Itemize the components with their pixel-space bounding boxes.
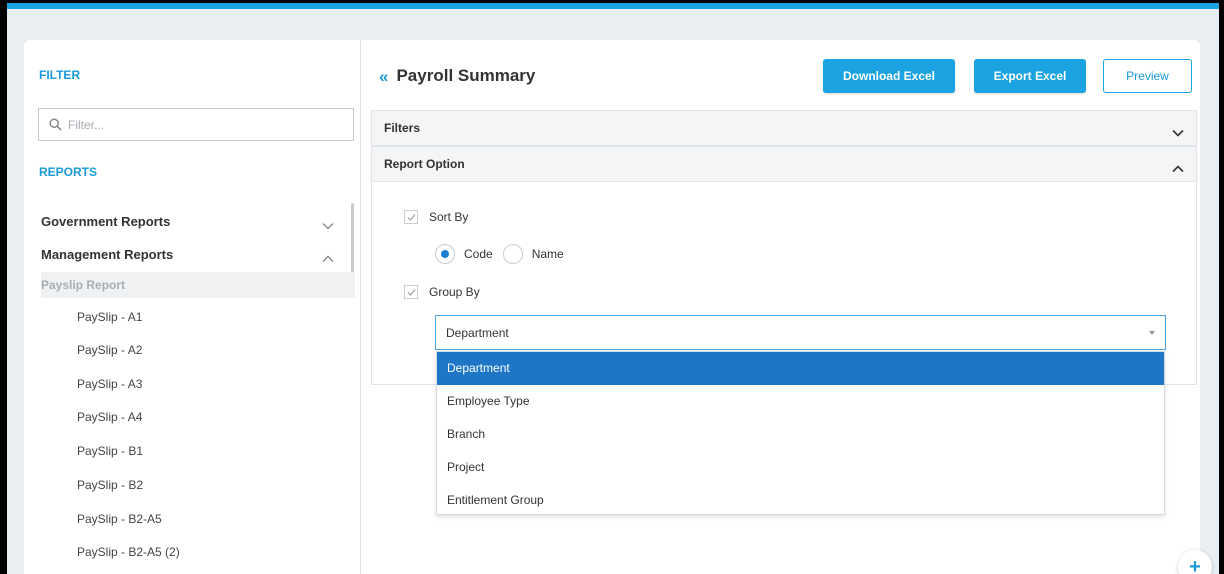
chevron-up-icon xyxy=(322,250,334,262)
sidebar: FILTER REPORTS Government Reports Manage… xyxy=(24,40,360,574)
dropdown-option-employee-type[interactable]: Employee Type xyxy=(437,385,1164,418)
sort-by-label: Sort By xyxy=(429,210,469,224)
sort-code-radio[interactable] xyxy=(435,244,455,264)
filters-panel-header[interactable]: Filters xyxy=(371,110,1197,146)
download-excel-button[interactable]: Download Excel xyxy=(823,59,955,93)
add-fab-button[interactable]: + xyxy=(1178,550,1212,574)
sidebar-item[interactable]: PaySlip - A1 xyxy=(77,310,142,324)
sidebar-group-management-reports[interactable]: Management Reports xyxy=(24,239,346,269)
sidebar-item[interactable]: PaySlip - B2-A5 (2) xyxy=(77,545,180,559)
page-title: Payroll Summary xyxy=(396,66,536,85)
subgroup-header[interactable]: Payslip Report xyxy=(41,272,355,298)
group-label: Government Reports xyxy=(41,213,171,229)
sidebar-item[interactable]: PaySlip - A4 xyxy=(77,410,142,424)
report-option-panel-header[interactable]: Report Option xyxy=(371,146,1197,182)
top-accent-bar xyxy=(7,3,1219,9)
sort-by-checkbox[interactable] xyxy=(404,210,418,224)
sort-name-label: Name xyxy=(531,247,564,261)
export-excel-button[interactable]: Export Excel xyxy=(974,59,1086,93)
filters-panel-label: Filters xyxy=(384,121,421,135)
dropdown-option-department[interactable]: Department xyxy=(437,352,1164,385)
group-by-checkbox[interactable] xyxy=(404,285,418,299)
sort-code-label: Code xyxy=(464,247,493,261)
chevron-down-icon xyxy=(1172,124,1184,137)
search-icon xyxy=(49,118,62,131)
sort-name-radio[interactable] xyxy=(502,244,523,264)
group-label: Management Reports xyxy=(41,246,174,262)
chevron-up-icon xyxy=(1172,160,1184,173)
group-by-selected-value: Department xyxy=(446,325,509,340)
sidebar-filter-box[interactable] xyxy=(38,108,354,141)
check-icon xyxy=(407,288,415,296)
dropdown-option-entitlement-group[interactable]: Entitlement Group xyxy=(437,483,1164,516)
group-by-dropdown-list: Department Employee Type Branch Project … xyxy=(436,351,1165,515)
dropdown-option-branch[interactable]: Branch xyxy=(437,418,1164,451)
group-by-row: Group By xyxy=(404,285,480,299)
sidebar-item[interactable]: PaySlip - A2 xyxy=(77,343,142,357)
preview-button[interactable]: Preview xyxy=(1103,59,1192,93)
check-icon xyxy=(407,213,415,221)
plus-icon: + xyxy=(1189,555,1201,574)
double-chevron-left-icon[interactable]: « xyxy=(379,68,388,85)
sidebar-item[interactable]: PaySlip - A3 xyxy=(77,377,142,391)
sidebar-item[interactable]: PaySlip - B1 xyxy=(77,444,143,458)
sidebar-group-government-reports[interactable]: Government Reports xyxy=(24,206,346,236)
sort-by-options: Code Name xyxy=(435,244,574,264)
caret-down-icon xyxy=(1149,330,1155,335)
sidebar-filter-input[interactable] xyxy=(68,117,338,132)
sort-by-row: Sort By xyxy=(404,210,468,224)
sidebar-item[interactable]: PaySlip - B2 xyxy=(77,478,143,492)
report-option-panel-label: Report Option xyxy=(384,157,465,171)
reports-heading: REPORTS xyxy=(39,165,98,179)
radio-dot xyxy=(441,250,449,258)
sidebar-item[interactable]: PaySlip - B2-A5 xyxy=(77,512,162,526)
group-by-select[interactable]: Department xyxy=(435,315,1166,350)
main-panel: « Payroll Summary Download Excel Export … xyxy=(360,40,1200,574)
page-header: « Payroll Summary xyxy=(379,66,535,86)
chevron-down-icon xyxy=(322,217,334,230)
group-by-label: Group By xyxy=(429,285,480,299)
dropdown-option-project[interactable]: Project xyxy=(437,450,1164,483)
app-frame: FILTER REPORTS Government Reports Manage… xyxy=(7,3,1219,574)
subgroup-label: Payslip Report xyxy=(41,278,126,292)
filter-heading: FILTER xyxy=(39,68,81,82)
